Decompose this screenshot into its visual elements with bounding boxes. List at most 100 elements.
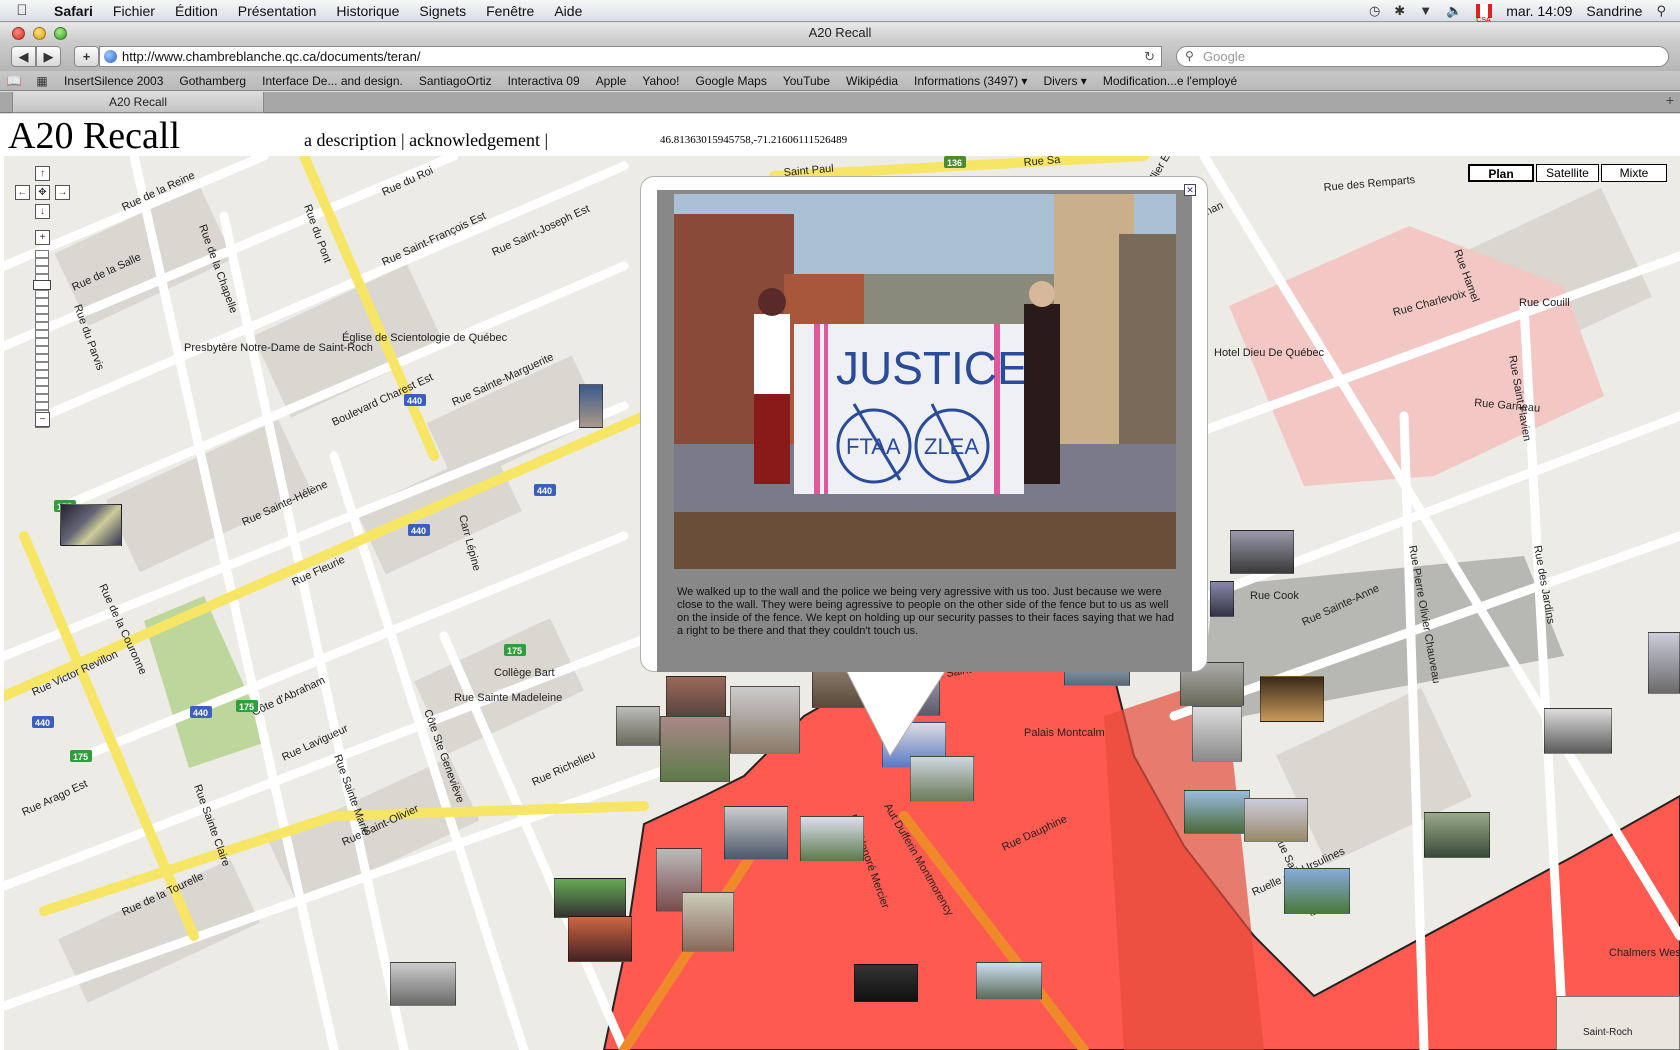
photo-marker[interactable]: [682, 892, 734, 952]
street-label: Rue Richelieu: [530, 749, 597, 789]
photo-marker[interactable]: [854, 964, 918, 1002]
bookmark-item[interactable]: Google Maps: [687, 74, 774, 88]
bookmark-item[interactable]: Apple: [588, 74, 635, 88]
pan-right-button[interactable]: →: [55, 185, 70, 200]
input-flag-icon[interactable]: CSA: [1476, 3, 1493, 24]
menu-signets[interactable]: Signets: [409, 3, 476, 19]
banner-zlea: ZLEA: [924, 434, 979, 459]
street-label: Chalmers Wesley United Ch: [1609, 947, 1680, 959]
menu-presentation[interactable]: Présentation: [228, 3, 327, 19]
menu-aide[interactable]: Aide: [544, 3, 592, 19]
photo-marker[interactable]: [1260, 676, 1324, 722]
tab-a20-recall[interactable]: A20 Recall: [12, 92, 264, 113]
overview-label: Saint-Roch: [1583, 1027, 1633, 1038]
bookmark-item[interactable]: Interface De... and design.: [254, 74, 411, 88]
photo-marker[interactable]: [1192, 706, 1242, 762]
volume-icon[interactable]: 🔈: [1446, 3, 1462, 19]
photo-marker[interactable]: [910, 756, 974, 802]
photo-marker[interactable]: [579, 384, 603, 428]
new-tab-button[interactable]: +: [1666, 92, 1674, 108]
close-icon[interactable]: ✕: [1184, 184, 1196, 196]
photo-marker[interactable]: [1184, 790, 1250, 834]
bookmark-folder[interactable]: Informations (3497) ▾: [906, 74, 1035, 88]
arrow-down-icon: ↓: [40, 206, 45, 217]
bookmark-item[interactable]: Wikipédia: [838, 74, 906, 88]
photo-marker[interactable]: [1424, 812, 1490, 858]
forward-button[interactable]: ▶: [36, 46, 61, 67]
plus-icon: +: [39, 232, 46, 243]
address-bar[interactable]: http://www.chambreblanche.qc.ca/document…: [99, 46, 1162, 67]
pan-up-button[interactable]: ↑: [35, 166, 50, 181]
photo-marker[interactable]: [1230, 530, 1294, 574]
photo-marker[interactable]: [60, 504, 122, 546]
photo-marker[interactable]: [1244, 798, 1308, 842]
window-close-button[interactable]: [12, 27, 25, 40]
search-field[interactable]: ⚲ Google: [1176, 46, 1669, 67]
zoom-slider-track[interactable]: [35, 250, 49, 428]
photo-marker[interactable]: [616, 706, 660, 746]
bookmark-item[interactable]: Yahoo!: [634, 74, 687, 88]
map-type-plan-button[interactable]: Plan: [1468, 164, 1534, 182]
route-shield-label: 136: [947, 158, 962, 168]
menu-fichier[interactable]: Fichier: [103, 3, 165, 19]
photo-marker[interactable]: [1544, 708, 1612, 754]
open-book-icon[interactable]: 📖: [0, 74, 28, 88]
photo-marker[interactable]: [976, 962, 1042, 1000]
globe-icon: [104, 50, 117, 63]
pan-left-button[interactable]: ←: [15, 185, 30, 200]
photo-marker[interactable]: [1210, 581, 1234, 617]
add-bookmark-button[interactable]: +: [74, 46, 99, 67]
bookmark-item[interactable]: Gothamberg: [171, 74, 254, 88]
bookmarks-bar: 📖 ▦ InsertSilence 2003 Gothamberg Interf…: [0, 71, 1680, 91]
map-type-satellite-button[interactable]: Satellite: [1536, 164, 1599, 182]
zoom-out-button[interactable]: −: [35, 412, 50, 427]
overview-map[interactable]: Saint-Roch: [1556, 996, 1680, 1050]
map-type-mixte-button[interactable]: Mixte: [1601, 164, 1667, 182]
menu-historique[interactable]: Historique: [326, 3, 409, 19]
route-shield-label: 175: [507, 646, 522, 656]
window-zoom-button[interactable]: [54, 27, 67, 40]
street-label: Rue Sa: [1023, 156, 1061, 169]
time-machine-icon[interactable]: ◷: [1369, 3, 1380, 19]
photo-marker[interactable]: [880, 666, 940, 716]
street-label: Rue Arago Est: [20, 778, 89, 819]
street-label: Rue Couill: [1519, 297, 1570, 309]
photo-marker[interactable]: [1284, 868, 1350, 914]
photo-marker[interactable]: [724, 806, 788, 860]
window-minimize-button[interactable]: [33, 27, 46, 40]
bookmark-item[interactable]: Modification...e l'employé: [1095, 74, 1245, 88]
bookmark-item[interactable]: YouTube: [775, 74, 838, 88]
route-shield-label: 440: [411, 526, 426, 536]
zoom-in-button[interactable]: +: [35, 230, 50, 245]
photo-marker[interactable]: [568, 916, 632, 962]
photo-marker[interactable]: [800, 816, 864, 862]
search-icon: ⚲: [1185, 49, 1194, 63]
menu-safari[interactable]: Safari: [44, 3, 103, 19]
apple-menu-icon[interactable]: : [0, 2, 44, 19]
menubar-user[interactable]: Sandrine: [1586, 3, 1642, 19]
wifi-icon[interactable]: ▼: [1419, 3, 1432, 18]
menubar-clock[interactable]: mar. 14:09: [1506, 3, 1572, 19]
spotlight-icon[interactable]: ⚲: [1656, 3, 1666, 19]
photo-marker[interactable]: [730, 686, 800, 754]
bluetooth-icon[interactable]: ✱: [1394, 3, 1405, 19]
grid-icon[interactable]: ▦: [28, 74, 56, 88]
reload-icon[interactable]: ↻: [1144, 47, 1155, 66]
description-link[interactable]: a description: [304, 130, 396, 150]
pan-center-button[interactable]: ✥: [35, 185, 50, 200]
photo-marker[interactable]: [390, 962, 456, 1006]
menu-fenetre[interactable]: Fenêtre: [476, 3, 544, 19]
photo-marker[interactable]: [1648, 632, 1680, 694]
acknowledgement-link[interactable]: acknowledgement: [409, 130, 540, 150]
route-shield-label: 440: [407, 396, 422, 406]
menu-edition[interactable]: Édition: [165, 3, 228, 19]
bookmark-item[interactable]: Interactiva 09: [500, 74, 588, 88]
zoom-slider-thumb[interactable]: [33, 280, 51, 290]
bookmark-item[interactable]: SantiagoOrtiz: [411, 74, 500, 88]
back-button[interactable]: ◀: [11, 46, 36, 67]
pan-down-button[interactable]: ↓: [35, 204, 50, 219]
photo-marker[interactable]: [660, 716, 730, 782]
bookmark-item[interactable]: InsertSilence 2003: [56, 74, 171, 88]
photo-marker[interactable]: [554, 878, 626, 918]
bookmark-folder[interactable]: Divers ▾: [1035, 74, 1094, 88]
